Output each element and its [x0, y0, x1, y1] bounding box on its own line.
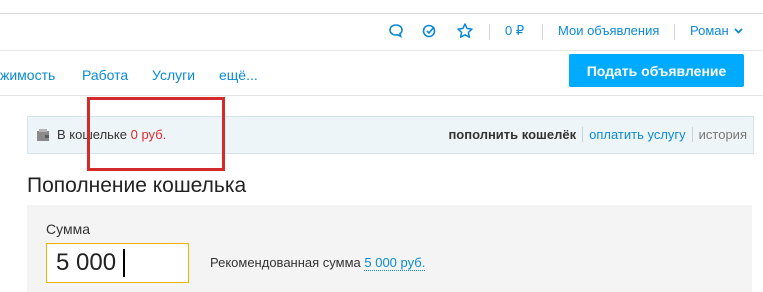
tab-pay-service[interactable]: оплатить услугу	[582, 127, 692, 142]
post-ad-button[interactable]: Подать объявление	[569, 54, 744, 87]
nav-item-jobs[interactable]: Работа	[82, 67, 128, 83]
nav-item-services[interactable]: Услуги	[152, 67, 195, 83]
divider	[674, 24, 675, 40]
my-ads-link[interactable]: Мои объявления	[558, 23, 659, 38]
star-icon[interactable]	[456, 22, 474, 40]
top-up-form: Сумма Рекомендованная сумма 5 000 руб.	[27, 205, 752, 292]
recommended-amount: Рекомендованная сумма 5 000 руб.	[210, 255, 426, 271]
recommended-amount-link[interactable]: 5 000 руб.	[364, 255, 426, 271]
recommended-label: Рекомендованная сумма	[210, 255, 361, 270]
user-name: Роман	[690, 23, 729, 38]
nav-item-real-estate[interactable]: жимость	[0, 67, 55, 83]
amount-label: Сумма	[46, 221, 90, 237]
user-menu[interactable]: Роман	[690, 23, 743, 38]
text-cursor	[123, 249, 125, 277]
highlight-annotation	[87, 97, 225, 171]
amount-input[interactable]	[46, 243, 189, 283]
header: 0 ₽ Мои объявления Роман	[0, 14, 763, 51]
chevron-down-icon	[734, 28, 743, 34]
divider	[542, 24, 543, 40]
tab-top-up-wallet[interactable]: пополнить кошелёк	[442, 127, 582, 142]
tab-history[interactable]: история	[691, 127, 753, 142]
divider	[489, 24, 490, 40]
top-bar	[0, 0, 763, 14]
page-title: Пополнение кошелька	[27, 174, 247, 197]
wallet-icon	[36, 128, 50, 142]
favorites-check-icon[interactable]	[421, 22, 439, 40]
chat-icon[interactable]	[387, 22, 405, 40]
balance-link[interactable]: 0 ₽	[505, 23, 524, 39]
nav-item-more[interactable]: ещё...	[219, 67, 258, 83]
wallet-actions: пополнить кошелёк оплатить услугу история	[442, 127, 753, 142]
